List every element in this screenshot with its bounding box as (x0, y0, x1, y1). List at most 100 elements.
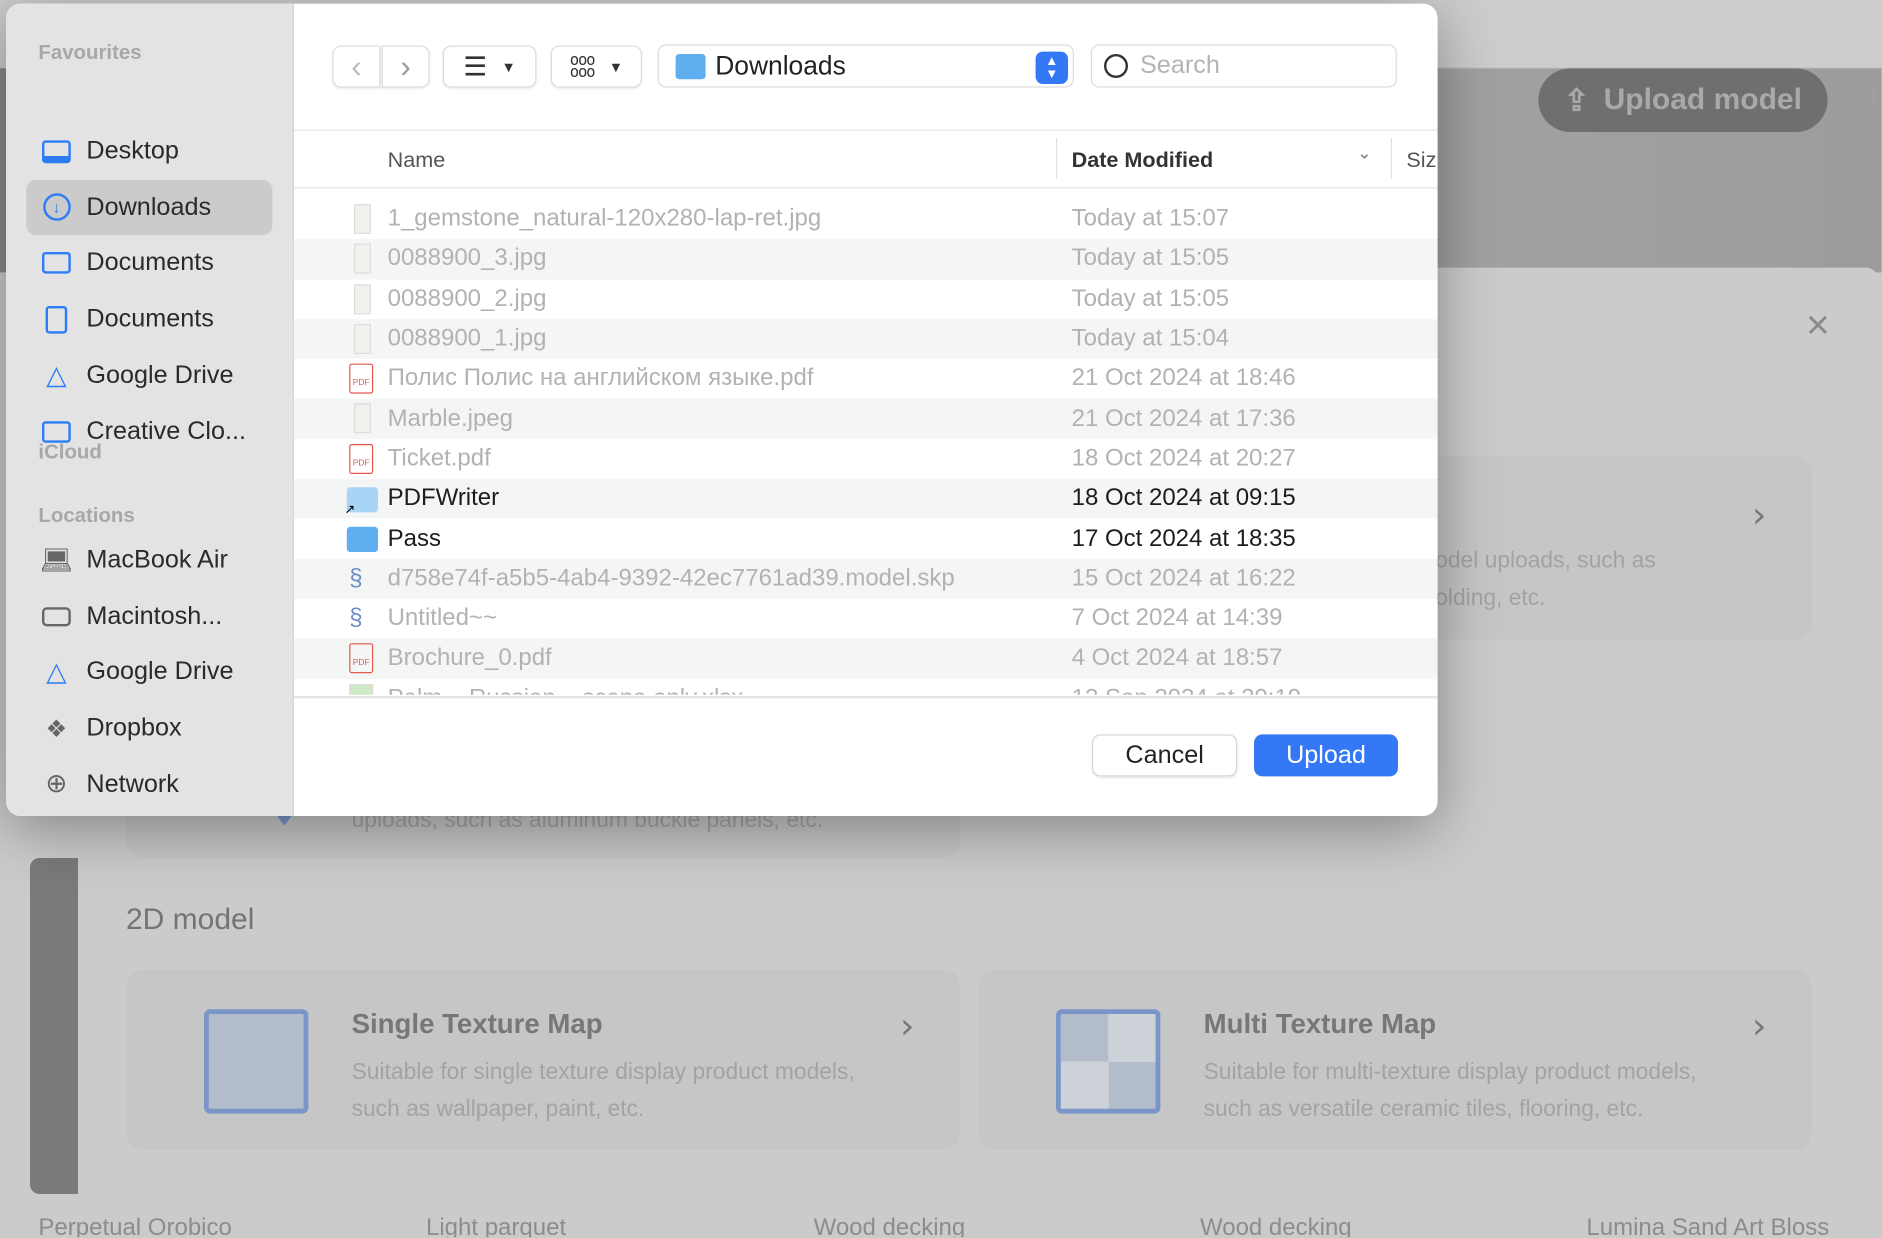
location-popup[interactable]: Downloads ▲ ▼ (657, 44, 1074, 88)
upload-model-button[interactable]: ⇪ Upload model (1538, 68, 1828, 132)
file-row[interactable]: Pass 17 Oct 2024 at 18:35 (294, 519, 1438, 559)
file-date: Today at 15:05 (1071, 245, 1230, 272)
file-row[interactable]: ↗ PDFWriter 18 Oct 2024 at 09:15 (294, 478, 1438, 519)
pdf-file-icon: PDF (347, 443, 376, 475)
file-row[interactable]: 0088900_3.jpg Today at 15:05 (294, 239, 1438, 280)
sidebar-item-downloads[interactable]: ↓ Downloads (26, 179, 273, 235)
image-file-icon (347, 243, 376, 275)
sidebar-item-macbook-air[interactable]: 💻︎ MacBook Air (26, 533, 272, 588)
file-name: Marble.jpeg (387, 405, 514, 432)
sidebar-section-favourites: Favourites (38, 40, 142, 64)
updown-chevron-icon: ▲ ▼ (1035, 51, 1068, 84)
image-file-icon (347, 323, 376, 355)
document-icon (41, 304, 72, 335)
search-field[interactable] (1090, 44, 1397, 88)
sidebar-item-label: Downloads (86, 192, 212, 221)
forward-button[interactable]: › (381, 45, 430, 88)
file-name: 0088900_1.jpg (387, 325, 547, 352)
product-label: Wood decking (813, 1214, 966, 1238)
sidebar-item-label: Documents (86, 248, 214, 277)
file-list[interactable]: 1_gemstone_natural-120x280-lap-ret.jpg To… (294, 199, 1438, 695)
sidebar-item-label: Network (86, 770, 179, 798)
file-row[interactable]: PDF Полис Полис на английском языке.pdf 21… (294, 359, 1438, 399)
card-desc: Suitable for single texture display prod… (351, 1059, 855, 1085)
file-date: 15 Oct 2024 at 16:22 (1071, 564, 1296, 592)
download-circle-icon: ↓ (41, 192, 72, 223)
close-icon[interactable]: × (1806, 305, 1837, 346)
file-date: Today at 15:04 (1071, 325, 1230, 352)
globe-icon: ⊕ (45, 769, 68, 800)
sidebar-item-label: Desktop (86, 136, 179, 165)
chevron-right-icon: › (900, 1005, 915, 1048)
file-name: Ticket.pdf (387, 445, 491, 472)
product-label: Light parquet (426, 1214, 567, 1238)
file-name: Palm _ Russian _ scene only.xlsx (388, 685, 744, 695)
chevron-left-icon: ‹ (351, 48, 362, 84)
google-drive-icon: △ (46, 359, 67, 390)
product-label: Lumina Sand Art Bloss (1586, 1214, 1830, 1238)
column-size[interactable]: Siz (1406, 148, 1436, 173)
file-date: 21 Oct 2024 at 18:46 (1071, 365, 1296, 392)
search-input[interactable] (1140, 51, 1368, 81)
sidebar-item-network[interactable]: ⊕ Network (26, 757, 272, 812)
file-row[interactable]: 0088900_2.jpg Today at 15:05 (294, 279, 1438, 319)
file-row[interactable]: 0088900_1.jpg Today at 15:04 (294, 319, 1438, 360)
column-name[interactable]: Name (388, 148, 446, 173)
grid-icon: ooo ooo (569, 51, 596, 81)
group-by-button[interactable]: ooo ooo ▼ (550, 45, 642, 88)
chevron-right-icon: › (1752, 494, 1767, 537)
background-thumbnail (30, 858, 81, 1194)
file-row[interactable]: PDF Ticket.pdf 18 Oct 2024 at 20:27 (294, 439, 1438, 479)
product-label: Wood decking (1200, 1214, 1352, 1238)
card-desc: Suitable for multi-texture display produ… (1203, 1059, 1697, 1085)
card-desc: olding, etc. (1435, 585, 1546, 611)
sidebar-item-google-drive[interactable]: △ Google Drive (26, 645, 272, 700)
card-title: Single Texture Map (351, 1008, 603, 1040)
file-row[interactable]: 1_gemstone_natural-120x280-lap-ret.jpg To… (294, 199, 1438, 239)
sidebar-item-label: Google Drive (86, 658, 234, 686)
pdf-file-icon: PDF (347, 643, 376, 675)
multi-texture-icon (1056, 1009, 1161, 1114)
current-folder-label: Downloads (715, 50, 846, 81)
file-row[interactable]: § Untitled~~ 7 Oct 2024 at 14:39 (294, 599, 1438, 639)
sidebar-item-desktop[interactable]: Desktop (26, 124, 272, 179)
folder-alias-file-icon: ↗ (344, 484, 378, 517)
sidebar-item-documents[interactable]: Documents (26, 236, 272, 291)
sidebar-item-documents[interactable]: Documents (26, 292, 272, 347)
file-date: Today at 15:07 (1071, 205, 1230, 232)
card-desc: such as versatile ceramic tiles, floorin… (1203, 1096, 1644, 1122)
column-divider[interactable] (1056, 138, 1058, 179)
sidebar-item-label: Creative Clo... (86, 417, 247, 445)
column-divider[interactable] (1390, 138, 1392, 179)
back-button[interactable]: ‹ (332, 45, 381, 88)
file-name: Untitled~~ (387, 604, 498, 632)
column-date-modified[interactable]: Date Modified (1072, 148, 1214, 173)
sidebar-item-label: Documents (86, 304, 214, 333)
file-date: 12 Sep 2024 at 20:19 (1072, 685, 1302, 695)
list-view-button[interactable]: ☰ ▼ (442, 45, 537, 88)
search-icon (1104, 54, 1128, 78)
file-date: Today at 15:05 (1071, 285, 1230, 312)
cancel-button[interactable]: Cancel (1092, 734, 1238, 777)
sidebar-item-google-drive[interactable]: △ Google Drive (26, 348, 272, 403)
file-row[interactable]: Marble.jpeg 21 Oct 2024 at 17:36 (294, 398, 1438, 439)
file-row[interactable]: Palm _ Russian _ scene only.xlsx 12 Sep 2… (294, 679, 1438, 695)
file-row[interactable]: § d758e74f-a5b5-4ab4-9392-42ec7761ad39.mo… (294, 558, 1438, 599)
google-drive-icon: △ (46, 656, 67, 687)
dropbox-icon: ❖ (45, 715, 68, 743)
file-name: PDFWriter (387, 485, 500, 512)
product-label: Perpetual Orobico (38, 1214, 232, 1238)
file-date: 21 Oct 2024 at 17:36 (1071, 405, 1296, 432)
file-name: Полис Полис на английском языке.pdf (387, 365, 814, 392)
file-name: 0088900_3.jpg (387, 245, 547, 272)
upload-button[interactable]: Upload (1254, 734, 1398, 777)
sidebar-item-macintosh[interactable]: Macintosh... (26, 589, 272, 644)
list-icon: ☰ (463, 51, 488, 81)
sidebar-section-locations: Locations (38, 504, 135, 527)
upload-icon: ⇪ (1564, 83, 1590, 118)
image-file-icon (347, 204, 376, 235)
column-header: Name Date Modified ⌄ Siz (294, 129, 1438, 189)
sidebar-item-label: Dropbox (86, 714, 182, 742)
file-row[interactable]: PDF Brochure_0.pdf 4 Oct 2024 at 18:57 (294, 638, 1438, 679)
sidebar-item-dropbox[interactable]: ❖ Dropbox (26, 701, 272, 756)
